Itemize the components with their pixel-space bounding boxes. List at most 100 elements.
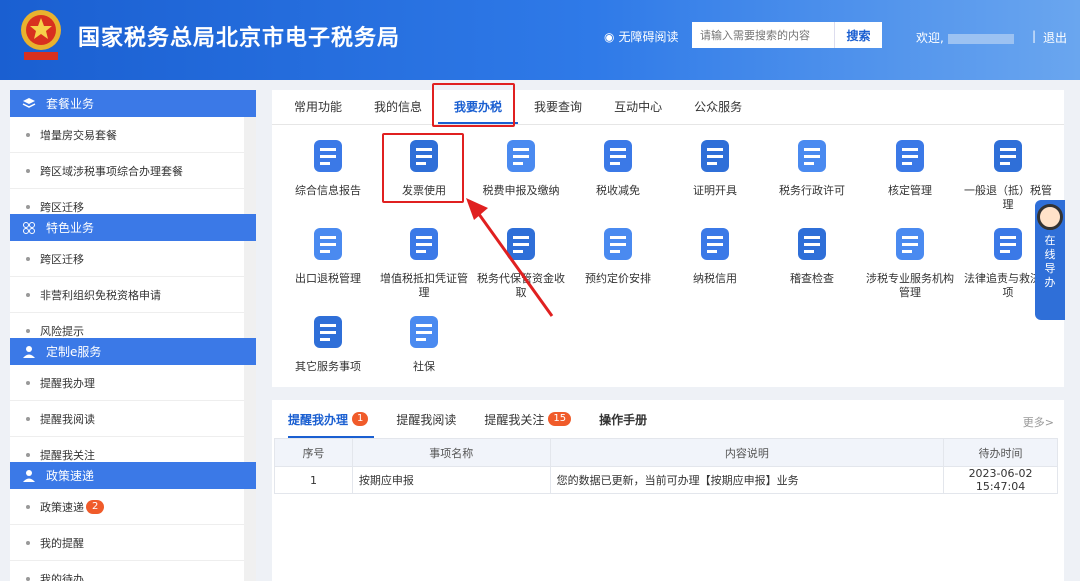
user-icon [23, 345, 35, 358]
service-export-refund[interactable]: 出口退税管理 [280, 224, 376, 286]
list-item[interactable]: 提醒我关注 [10, 437, 244, 462]
scroll-up-icon[interactable]: ∧ [244, 365, 256, 385]
service-certificate[interactable]: 证明开具 [667, 136, 763, 198]
tax-reduction-icon [604, 140, 632, 172]
tab-public-service[interactable]: 公众服务 [678, 90, 758, 124]
service-pricing[interactable]: 预约定价安排 [570, 224, 666, 286]
search-button[interactable]: 搜索 [834, 22, 882, 48]
col-index: 序号 [274, 438, 353, 467]
list-item[interactable]: 跨区迁移 [10, 189, 244, 214]
sidebar-list-custom: 提醒我办理 提醒我阅读 提醒我关注 ∧ ∨ [10, 365, 256, 462]
online-guide-button[interactable]: 在线导办 [1035, 200, 1065, 320]
scroll-down-icon[interactable]: ∨ [244, 194, 256, 214]
tab-my-info[interactable]: 我的信息 [358, 90, 438, 124]
highlight-invoice [382, 133, 464, 203]
tab-common[interactable]: 常用功能 [278, 90, 358, 124]
sidebar-section-policy[interactable]: 政策速递 [10, 462, 256, 489]
reminder-table: 序号 事项名称 内容说明 待办时间 1 按期应申报 您的数据已更新，当前可办理【… [274, 438, 1058, 494]
agency-icon [896, 228, 924, 260]
gavel-icon [994, 228, 1022, 260]
service-label: 增值税抵扣凭证管理 [380, 272, 468, 299]
approval-icon [896, 140, 924, 172]
pointer-arrow-icon [466, 198, 554, 317]
sidebar-list-policy: 政策速递 2 我的提醒 我的待办 ∧ ∨ [10, 489, 256, 581]
service-tax-payment[interactable]: 税费申报及缴纳 [473, 136, 569, 198]
service-label: 纳税信用 [693, 272, 737, 285]
accessibility-link[interactable]: ◉ 无障碍阅读 [604, 28, 679, 45]
national-emblem-icon [21, 10, 61, 60]
service-label: 涉税专业服务机构管理 [866, 272, 954, 299]
pricing-icon [604, 228, 632, 260]
service-agency[interactable]: 涉税专业服务机构管理 [862, 224, 958, 300]
search-input[interactable] [692, 22, 834, 48]
list-item[interactable]: 我的提醒 [10, 525, 244, 561]
scrollbar-thumb[interactable] [246, 139, 254, 179]
report-icon [314, 140, 342, 172]
list-item[interactable]: 跨区迁移 [10, 241, 244, 277]
vat-voucher-icon [410, 228, 438, 260]
service-vat-voucher[interactable]: 增值税抵扣凭证管理 [376, 224, 472, 300]
logout-link[interactable]: 退出 [1043, 29, 1067, 46]
list-item[interactable]: 增量房交易套餐 [10, 117, 244, 153]
sidebar-list-special: 跨区迁移 非营利组织免税资格申请 风险提示 ∧ ∨ [10, 241, 256, 338]
service-tax-reduction[interactable]: 税收减免 [570, 136, 666, 198]
tab-interaction[interactable]: 互动中心 [598, 90, 678, 124]
list-item[interactable]: 我的待办 [10, 561, 244, 581]
tab-remind-read[interactable]: 提醒我阅读 [396, 411, 456, 428]
tab-manual[interactable]: 操作手册 [599, 411, 647, 428]
scrollbar-thumb[interactable] [246, 263, 254, 303]
reminders-panel: 提醒我办理 1 提醒我阅读 提醒我关注 15 操作手册 更多> 序号 事项名称 … [272, 400, 1064, 581]
user-icon [23, 469, 35, 482]
scroll-up-icon[interactable]: ∧ [244, 489, 256, 509]
scroll-down-icon[interactable]: ∨ [244, 442, 256, 462]
export-refund-icon [314, 228, 342, 260]
scrollbar-thumb[interactable] [246, 511, 254, 551]
main-tabs: 常用功能 我的信息 我要办税 我要查询 互动中心 公众服务 [272, 90, 1064, 125]
service-approval[interactable]: 核定管理 [862, 136, 958, 198]
header-bar: 国家税务总局北京市电子税务局 ◉ 无障碍阅读 搜索 欢迎, | 退出 [0, 0, 1080, 80]
list-item[interactable]: 提醒我阅读 [10, 401, 244, 437]
sidebar: 套餐业务 增量房交易套餐 跨区域涉税事项综合办理套餐 跨区迁移 ∧ ∨ 特色业务… [10, 90, 256, 581]
scrollbar-thumb[interactable] [246, 387, 254, 427]
sidebar-section-special[interactable]: 特色业务 [10, 214, 256, 241]
eye-icon: ◉ [604, 29, 615, 44]
scroll-down-icon[interactable]: ∨ [244, 318, 256, 338]
list-item[interactable]: 非营利组织免税资格申请 [10, 277, 244, 313]
service-credit[interactable]: 纳税信用 [667, 224, 763, 286]
sidebar-section-custom[interactable]: 定制e服务 [10, 338, 256, 365]
list-item[interactable]: 政策速递 2 [10, 489, 244, 525]
tab-query[interactable]: 我要查询 [518, 90, 598, 124]
tab-remind-follow[interactable]: 提醒我关注 15 [484, 411, 572, 428]
policy-badge: 2 [86, 499, 105, 514]
sidebar-list-package: 增量房交易套餐 跨区域涉税事项综合办理套餐 跨区迁移 ∧ ∨ [10, 117, 256, 214]
more-link[interactable]: 更多> [1023, 414, 1054, 430]
service-label: 税收减免 [596, 184, 640, 197]
certificate-icon [701, 140, 729, 172]
list-item[interactable]: 提醒我办理 [10, 365, 244, 401]
service-label: 综合信息报告 [295, 184, 361, 197]
list-item[interactable]: 跨区域涉税事项综合办理套餐 [10, 153, 244, 189]
active-tab-underline [288, 436, 374, 438]
list-item[interactable]: 风险提示 [10, 313, 244, 338]
service-social-security[interactable]: 社保 [376, 312, 472, 374]
layers-icon [22, 97, 36, 108]
refund-icon [994, 140, 1022, 172]
search-box: 搜索 [692, 22, 882, 48]
scroll-up-icon[interactable]: ∧ [244, 117, 256, 137]
scroll-down-icon[interactable]: ∨ [244, 566, 256, 581]
tab-remind-handle[interactable]: 提醒我办理 1 [288, 411, 369, 428]
site-title: 国家税务总局北京市电子税务局 [78, 26, 401, 51]
count-badge: 15 [548, 412, 572, 426]
other-service-icon [314, 316, 342, 348]
scroll-up-icon[interactable]: ∧ [244, 241, 256, 261]
col-item-name: 事项名称 [351, 438, 551, 467]
service-inspection[interactable]: 稽查检查 [764, 224, 860, 286]
service-other-service[interactable]: 其它服务事项 [280, 312, 376, 374]
helper-text: 在线导办 [1044, 234, 1056, 289]
service-report[interactable]: 综合信息报告 [280, 136, 376, 198]
service-label: 证明开具 [693, 184, 737, 197]
service-license[interactable]: 税务行政许可 [764, 136, 860, 198]
username-masked [947, 33, 1014, 44]
sidebar-section-package[interactable]: 套餐业务 [10, 90, 256, 117]
table-row[interactable]: 1 按期应申报 您的数据已更新，当前可办理【按期应申报】业务 2023-06-0… [274, 466, 1058, 494]
